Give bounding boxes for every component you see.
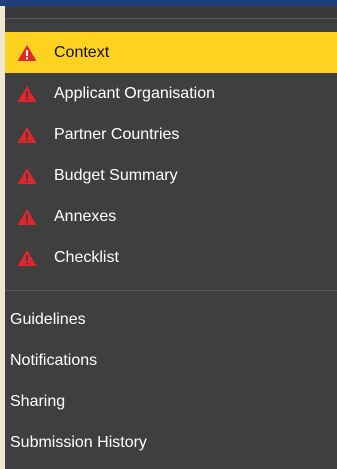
menu-item-applicant-organisation[interactable]: Applicant Organisation	[5, 73, 337, 114]
menu-item-sharing[interactable]: Sharing	[5, 381, 337, 422]
warning-icon	[17, 85, 37, 102]
warning-icon	[17, 208, 37, 225]
menu-item-label: Partner Countries	[54, 125, 180, 143]
form-sections-menu: Context Applicant Organisation Partner C…	[5, 32, 337, 278]
menu-top-spacer	[5, 6, 337, 18]
menu-item-partner-countries[interactable]: Partner Countries	[5, 114, 337, 155]
menu-item-context[interactable]: Context	[5, 32, 337, 73]
menu-item-budget-summary[interactable]: Budget Summary	[5, 155, 337, 196]
menu-item-submission-history[interactable]: Submission History	[5, 422, 337, 463]
section-divider	[5, 290, 337, 291]
menu-item-annexes[interactable]: Annexes	[5, 196, 337, 237]
navigation-panel: Context Applicant Organisation Partner C…	[0, 0, 337, 469]
menu-item-checklist[interactable]: Checklist	[5, 237, 337, 278]
menu-item-label: Applicant Organisation	[54, 84, 215, 102]
menu-item-label: Notifications	[10, 351, 98, 369]
menu-item-label: Annexes	[54, 207, 117, 225]
secondary-menu: Guidelines Notifications Sharing Submiss…	[5, 299, 337, 463]
menu-item-label: Budget Summary	[54, 166, 178, 184]
warning-icon	[17, 44, 37, 61]
warning-icon	[17, 126, 37, 143]
menu-item-guidelines[interactable]: Guidelines	[5, 299, 337, 340]
menu-item-label: Sharing	[10, 392, 66, 410]
menu-item-label: Guidelines	[10, 310, 86, 328]
warning-icon	[17, 167, 37, 184]
menu-item-notifications[interactable]: Notifications	[5, 340, 337, 381]
warning-icon	[17, 249, 37, 266]
menu-item-label: Checklist	[54, 248, 119, 266]
menu-item-label: Context	[54, 43, 110, 61]
top-divider	[5, 18, 337, 19]
menu-item-label: Submission History	[10, 433, 147, 451]
